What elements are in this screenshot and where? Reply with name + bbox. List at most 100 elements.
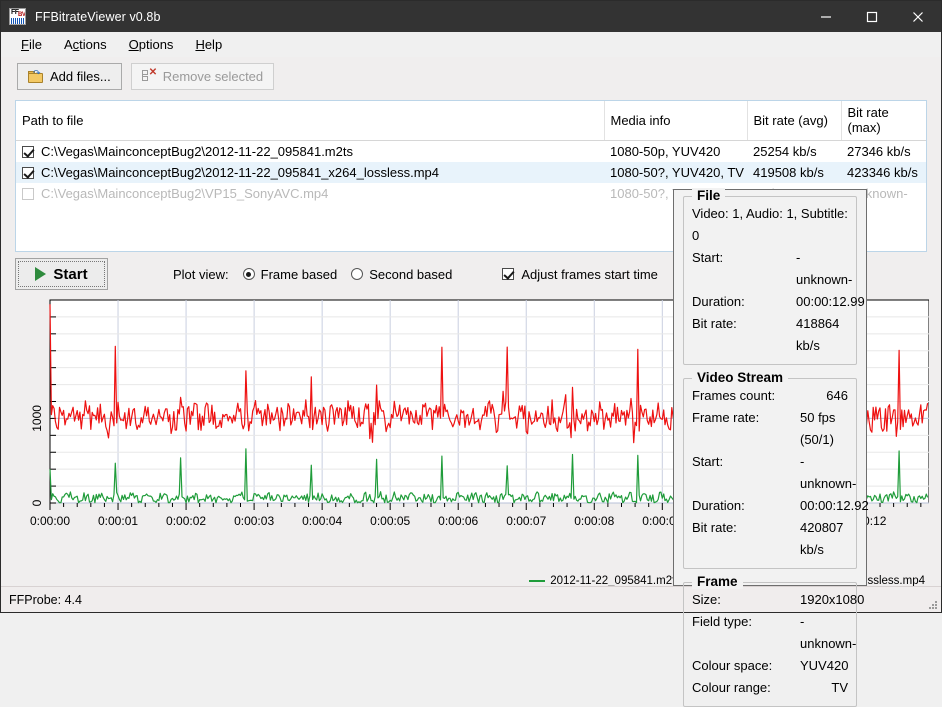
tooltip-value: 418864 kb/s [796, 316, 840, 353]
tooltip-row-streams: Video: 1, Audio: 1, Subtitle: 0 [692, 206, 848, 243]
svg-text:1000: 1000 [30, 405, 44, 432]
resize-grip-icon[interactable] [926, 598, 938, 610]
tooltip-value: 50 fps (50/1) [800, 410, 836, 447]
toolbar: ↷ Add files... ✕ Remove selected [1, 57, 941, 95]
tooltip-key: Start: [692, 454, 724, 469]
table-row[interactable]: C:\Vegas\MainconceptBug2\2012-11-22_0958… [16, 141, 926, 163]
row-checkbox[interactable] [22, 167, 34, 179]
maximize-icon[interactable] [849, 1, 895, 32]
tooltip-key: Field type: [692, 614, 752, 629]
adjust-frames-start-time-label: Adjust frames start time [521, 266, 658, 282]
tooltip-value: YUV420 [800, 658, 849, 673]
tooltip-row-file-start: Start: -unknown- [692, 247, 852, 291]
app-icon: FF BV [9, 8, 26, 25]
tooltip-key: Duration: [692, 498, 745, 513]
tooltip-row-file-bitrate: Bit rate: 418864 kb/s [692, 313, 848, 357]
close-icon[interactable] [895, 1, 941, 32]
app-window: FF BV FFBitrateViewer v0.8b File Actions … [0, 0, 942, 707]
tooltip-key: Start: [692, 250, 724, 265]
svg-text:0:00:08: 0:00:08 [574, 514, 614, 528]
add-files-label: Add files... [50, 68, 111, 84]
tooltip-value: 420807 kb/s [800, 520, 844, 557]
row-path-text: C:\Vegas\MainconceptBug2\2012-11-22_0958… [41, 144, 353, 159]
row-path-cell: C:\Vegas\MainconceptBug2\2012-11-22_0958… [16, 162, 604, 183]
tooltip-group-video-stream: Video Stream Frames count: 646 Frame rat… [683, 370, 869, 569]
column-header-path[interactable]: Path to file [16, 101, 605, 141]
tooltip-key: Frames count: [692, 388, 776, 403]
tooltip-group-frame: Frame Size: 1920x1080 Field type: -unkno… [683, 574, 864, 707]
row-media-cell: 1080-50?, YUV420, TV [604, 162, 747, 183]
tooltip-value: 00:00:12.99 [796, 294, 865, 309]
tooltip-group-file-title: File [692, 188, 726, 203]
row-checkbox[interactable] [22, 146, 34, 158]
tooltip-key: Frame rate: [692, 410, 760, 425]
tooltip-row-frame-size: Size: 1920x1080 [692, 589, 864, 611]
tooltip-key: Bit rate: [692, 520, 737, 535]
row-media-cell: 1080-50p, YUV420 [610, 144, 721, 159]
tooltip-group-video-title: Video Stream [692, 370, 789, 385]
tooltip-key: Bit rate: [692, 316, 737, 331]
add-files-button[interactable]: ↷ Add files... [17, 62, 122, 90]
status-text: FFProbe: 4.4 [9, 592, 82, 607]
table-row[interactable]: C:\Vegas\MainconceptBug2\2012-11-22_0958… [16, 162, 926, 183]
row-path-text: C:\Vegas\MainconceptBug2\2012-11-22_0958… [41, 165, 439, 180]
menu-help[interactable]: Help [184, 34, 233, 55]
tooltip-value: -unknown- [796, 250, 853, 287]
tooltip-row-frames-count: Frames count: 646 [692, 385, 848, 407]
start-button[interactable]: Start [15, 258, 108, 290]
tooltip-key: Colour range: [692, 680, 771, 695]
tooltip-row-frame-rate: Frame rate: 50 fps (50/1) [692, 407, 848, 451]
svg-text:0:00:05: 0:00:05 [370, 514, 410, 528]
tooltip-row-video-bitrate: Bit rate: 420807 kb/s [692, 517, 848, 561]
row-path-cell: C:\Vegas\MainconceptBug2\2012-11-22_0958… [16, 141, 604, 163]
menu-actions[interactable]: Actions [53, 34, 118, 55]
tooltip-row-video-duration: Duration: 00:00:12.92 [692, 495, 869, 517]
row-bitrate-max-cell: 423346 kb/s [841, 162, 926, 183]
tooltip-row-colour-range: Colour range: TV [692, 677, 848, 699]
svg-text:0:00:06: 0:00:06 [438, 514, 478, 528]
plot-view-label: Plot view: [173, 266, 229, 282]
tooltip-row-file-duration: Duration: 00:00:12.99 [692, 291, 865, 313]
svg-text:0:00:07: 0:00:07 [506, 514, 546, 528]
remove-selected-button[interactable]: ✕ Remove selected [130, 62, 275, 90]
tooltip-row-field-type: Field type: -unknown- [692, 611, 856, 655]
radio-frame-based-indicator [242, 268, 255, 280]
svg-text:0:00:00: 0:00:00 [30, 514, 70, 528]
svg-text:0:00:01: 0:00:01 [98, 514, 138, 528]
menu-file[interactable]: File [10, 34, 53, 55]
radio-second-based-label: Second based [369, 266, 453, 282]
tooltip-row-colour-space: Colour space: YUV420 [692, 655, 848, 677]
radio-frame-based[interactable]: Frame based [242, 266, 338, 282]
table-header-row: Path to file Media info Bit rate (avg) B… [16, 101, 926, 141]
adjust-frames-start-time-checkbox[interactable]: Adjust frames start time [502, 267, 658, 282]
adjust-checkbox-indicator [502, 268, 515, 280]
column-header-media-info[interactable]: Media info [604, 101, 748, 141]
tooltip-group-file: File Video: 1, Audio: 1, Subtitle: 0 Sta… [683, 188, 865, 365]
window-controls [803, 1, 941, 32]
tooltip-value: 646 [826, 388, 848, 403]
radio-second-based[interactable]: Second based [351, 267, 452, 282]
row-bitrate-avg-cell: 25254 kb/s [753, 144, 817, 159]
window-title: FFBitrateViewer v0.8b [35, 9, 161, 24]
menu-options[interactable]: Options [118, 34, 185, 55]
tooltip-key: Size: [692, 592, 721, 607]
plot-view-radio-group: Frame based Second based [242, 266, 452, 282]
tooltip-value: TV [831, 680, 848, 695]
row-bitrate-max-cell: 27346 kb/s [847, 144, 911, 159]
start-label: Start [53, 265, 88, 283]
svg-text:0:00:03: 0:00:03 [234, 514, 274, 528]
radio-frame-based-label: Frame based [260, 266, 338, 282]
tooltip-row-video-start: Start: -unknown- [692, 451, 856, 495]
row-checkbox[interactable] [22, 188, 34, 200]
svg-text:0:00:04: 0:00:04 [302, 514, 342, 528]
column-header-bitrate-avg[interactable]: Bit rate (avg) [747, 101, 842, 141]
remove-selected-label: Remove selected [162, 68, 264, 84]
svg-text:0: 0 [30, 499, 44, 506]
tooltip-value: -unknown- [800, 614, 857, 651]
radio-second-based-indicator [351, 268, 364, 280]
play-icon [35, 267, 47, 281]
minimize-icon[interactable] [803, 1, 849, 32]
tooltip-value: 00:00:12.92 [800, 498, 869, 513]
menu-bar: File Actions Options Help [1, 32, 941, 57]
column-header-bitrate-max[interactable]: Bit rate (max) [841, 101, 926, 141]
